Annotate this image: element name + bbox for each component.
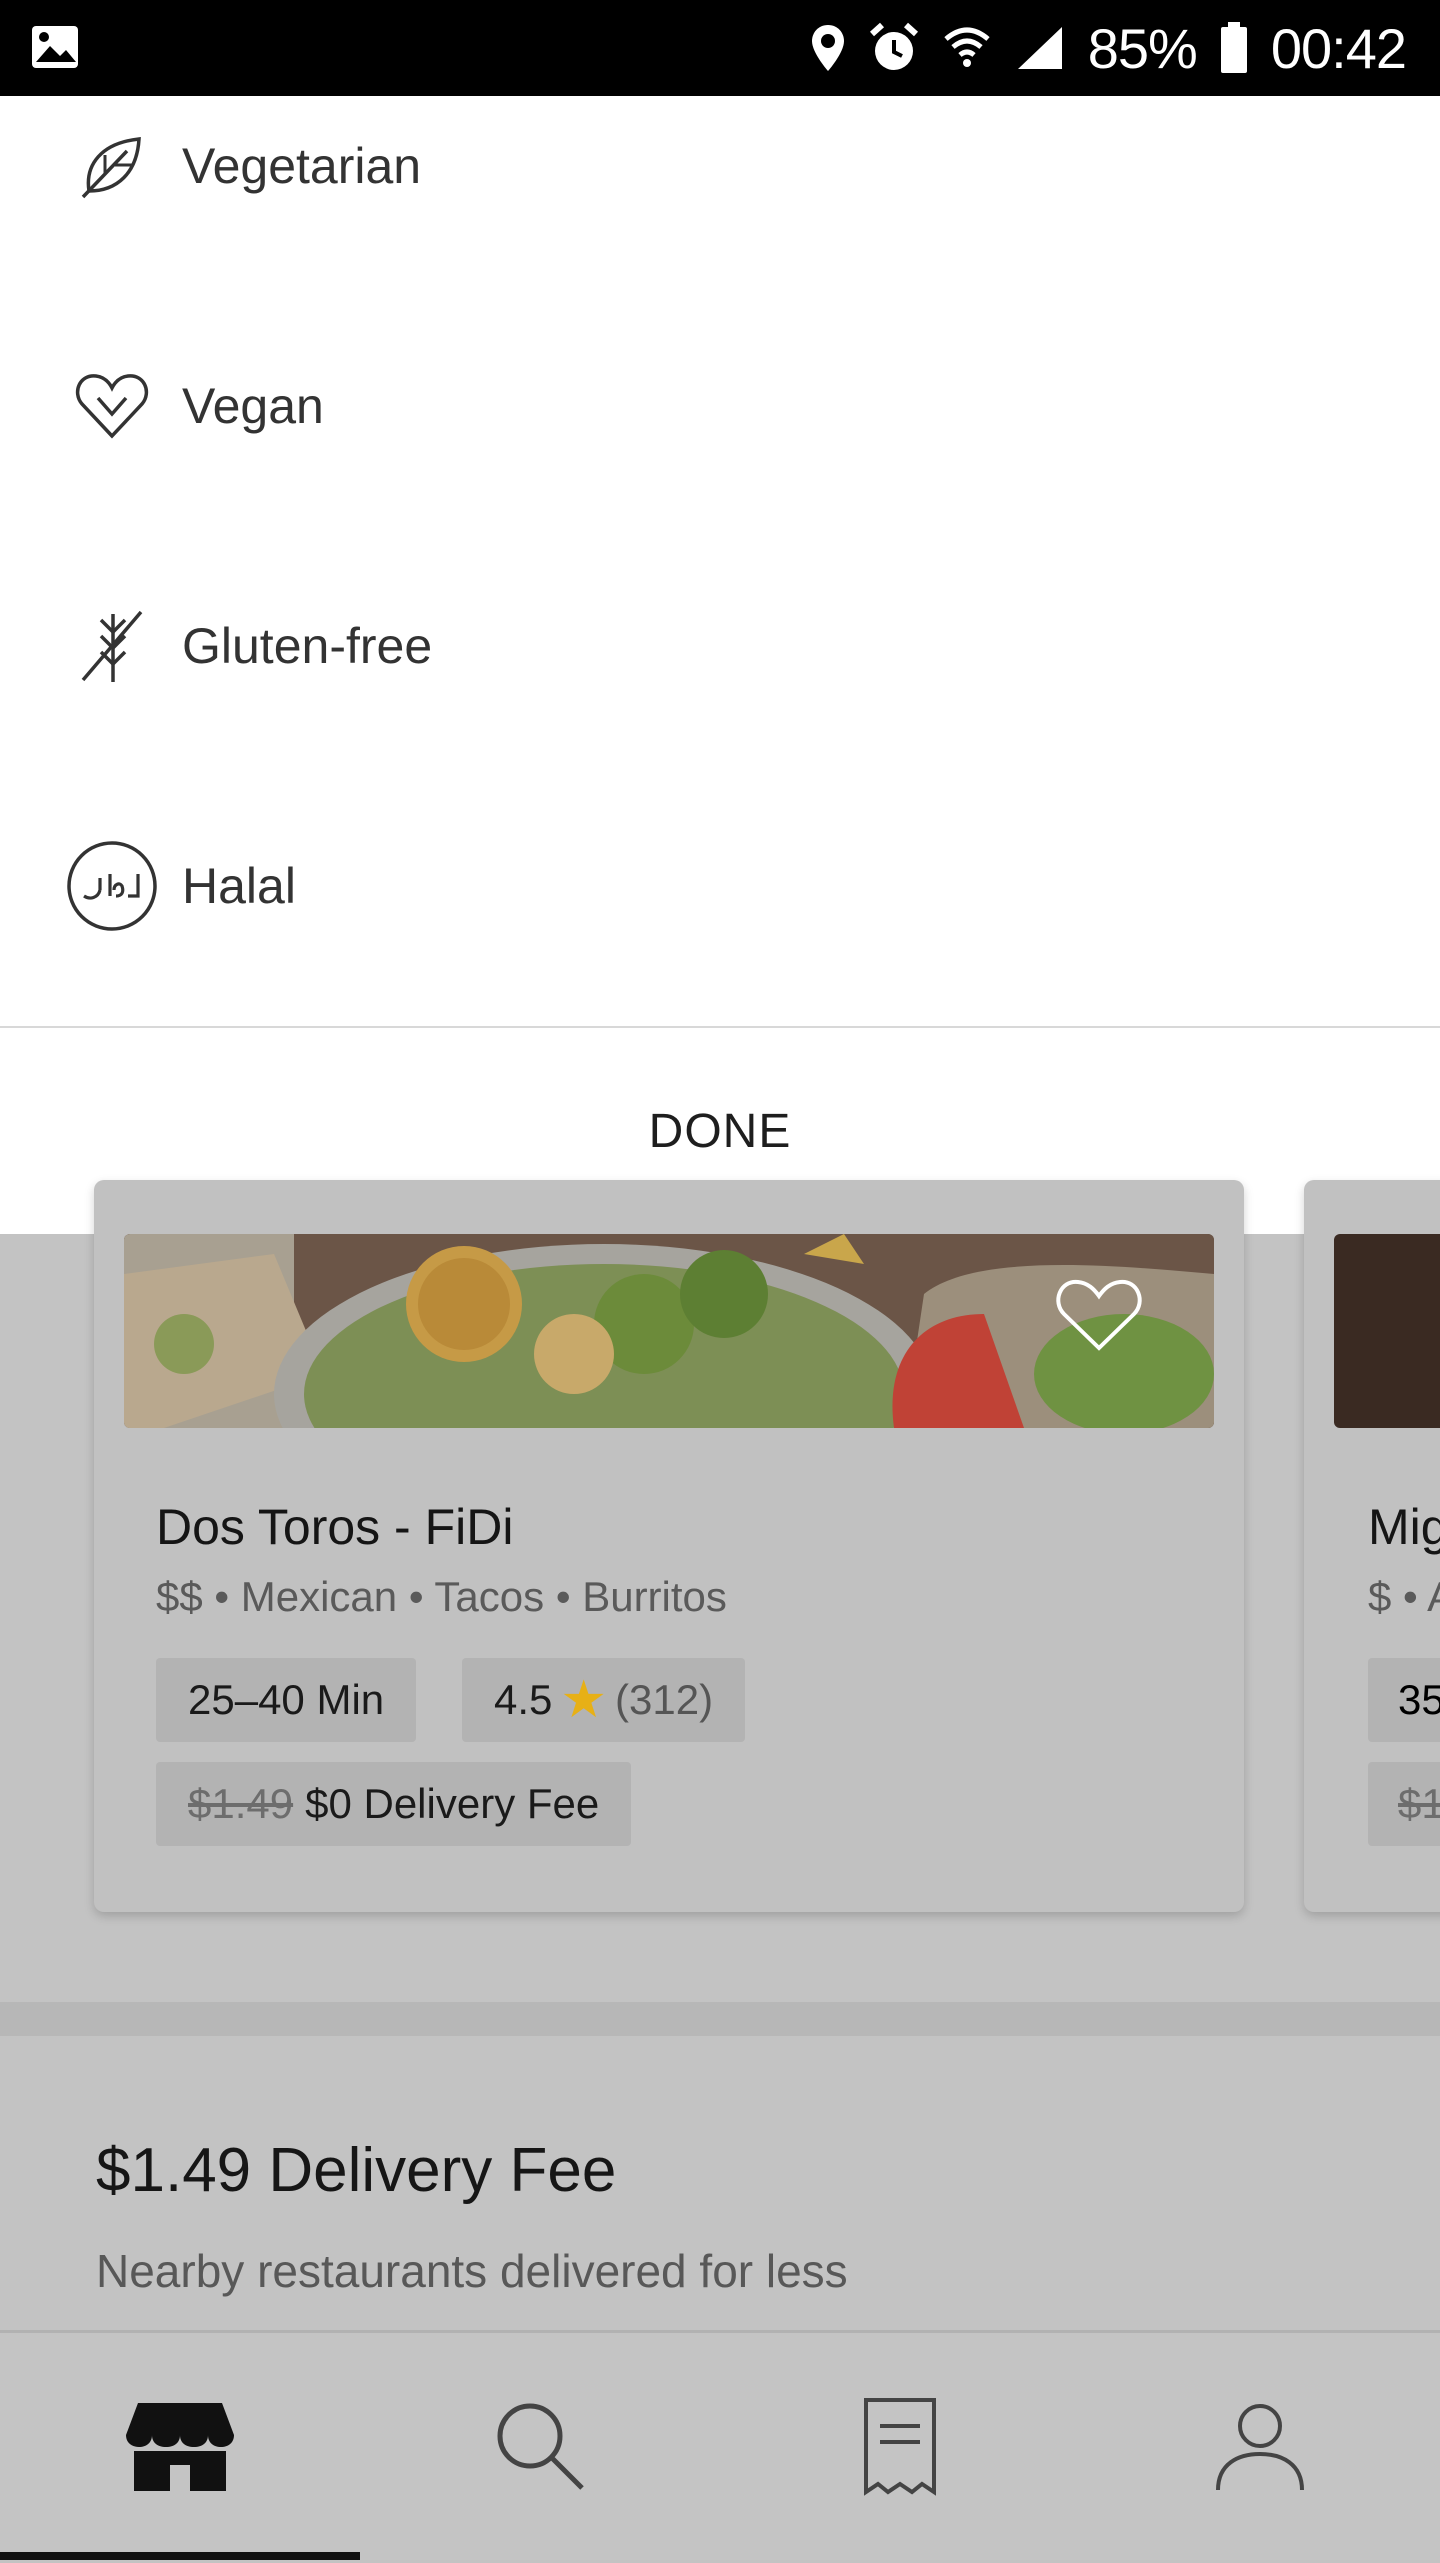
active-tab-indicator xyxy=(0,2552,360,2560)
status-bar: 85% 00:42 xyxy=(0,0,1440,96)
delivery-fee-chip: $1.49 $0 Delivery Fee xyxy=(156,1762,632,1846)
restaurant-image-next xyxy=(1334,1234,1440,1428)
filter-item-vegan[interactable]: Vegan xyxy=(0,336,1440,476)
search-icon xyxy=(492,2398,588,2499)
nav-orders[interactable] xyxy=(720,2333,1080,2563)
leaf-icon xyxy=(64,118,160,214)
delivery-time: 25–40 Min xyxy=(188,1676,385,1723)
filter-label: Halal xyxy=(182,858,296,914)
filter-label: Vegetarian xyxy=(182,138,422,194)
section-subtitle: Nearby restaurants delivered for less xyxy=(96,2245,848,2297)
halal-icon xyxy=(64,838,160,934)
restaurant-name-next: Mig xyxy=(1368,1499,1440,1555)
rating-chip: 4.5 ★ (312) xyxy=(462,1658,746,1742)
rating-count: (312) xyxy=(615,1676,714,1723)
restaurant-subtitle-next: $ • A xyxy=(1368,1573,1440,1620)
filter-label: Vegan xyxy=(182,378,324,434)
section-separator xyxy=(0,2002,1440,2036)
store-icon xyxy=(124,2399,236,2498)
old-delivery-fee: $1.49 xyxy=(188,1780,294,1827)
alarm-icon xyxy=(868,22,920,74)
gallery-icon xyxy=(30,24,80,70)
restaurant-name: Dos Toros - FiDi xyxy=(156,1499,514,1555)
delivery-time-chip: 25–40 Min xyxy=(156,1658,417,1742)
battery-icon xyxy=(1219,22,1249,74)
filter-label: Gluten-free xyxy=(182,618,433,674)
favorite-heart-icon[interactable] xyxy=(1054,1274,1144,1359)
filter-item-halal[interactable]: Halal xyxy=(0,816,1440,956)
wheat-crossed-icon xyxy=(64,598,160,694)
restaurant-card[interactable]: Dos Toros - FiDi $$ • Mexican • Tacos • … xyxy=(94,1180,1244,1912)
delivery-fee-chip-next: $1 xyxy=(1368,1762,1440,1846)
person-icon xyxy=(1212,2398,1308,2499)
delivery-fee: $0 Delivery Fee xyxy=(305,1780,600,1827)
section-title: $1.49 Delivery Fee xyxy=(96,2136,617,2205)
restaurant-subtitle: $$ • Mexican • Tacos • Burritos xyxy=(156,1573,727,1620)
battery-percentage: 85% xyxy=(1087,16,1198,80)
rating-value: 4.5 xyxy=(494,1676,553,1723)
heart-leaf-icon xyxy=(64,358,160,454)
nav-search[interactable] xyxy=(360,2333,720,2563)
restaurant-image xyxy=(124,1234,1214,1428)
clock: 00:42 xyxy=(1270,16,1407,80)
wifi-icon xyxy=(942,23,992,73)
star-icon: ★ xyxy=(560,1671,608,1729)
filter-item-gluten-free[interactable]: Gluten-free xyxy=(0,576,1440,716)
signal-icon xyxy=(1014,23,1066,73)
receipt-icon xyxy=(860,2396,940,2501)
nav-account[interactable] xyxy=(1080,2333,1440,2563)
nav-home[interactable] xyxy=(0,2333,360,2563)
restaurant-card-next[interactable]: Mig $ • A 35 $1 xyxy=(1304,1180,1440,1912)
delivery-time-chip-next: 35 xyxy=(1368,1658,1440,1742)
location-icon xyxy=(810,23,846,73)
filter-item-vegetarian[interactable]: Vegetarian xyxy=(0,96,1440,236)
bottom-navigation xyxy=(0,2330,1440,2560)
dietary-filter-sheet: Vegetarian Vegan Gluten-free Halal DONE xyxy=(0,96,1440,1234)
